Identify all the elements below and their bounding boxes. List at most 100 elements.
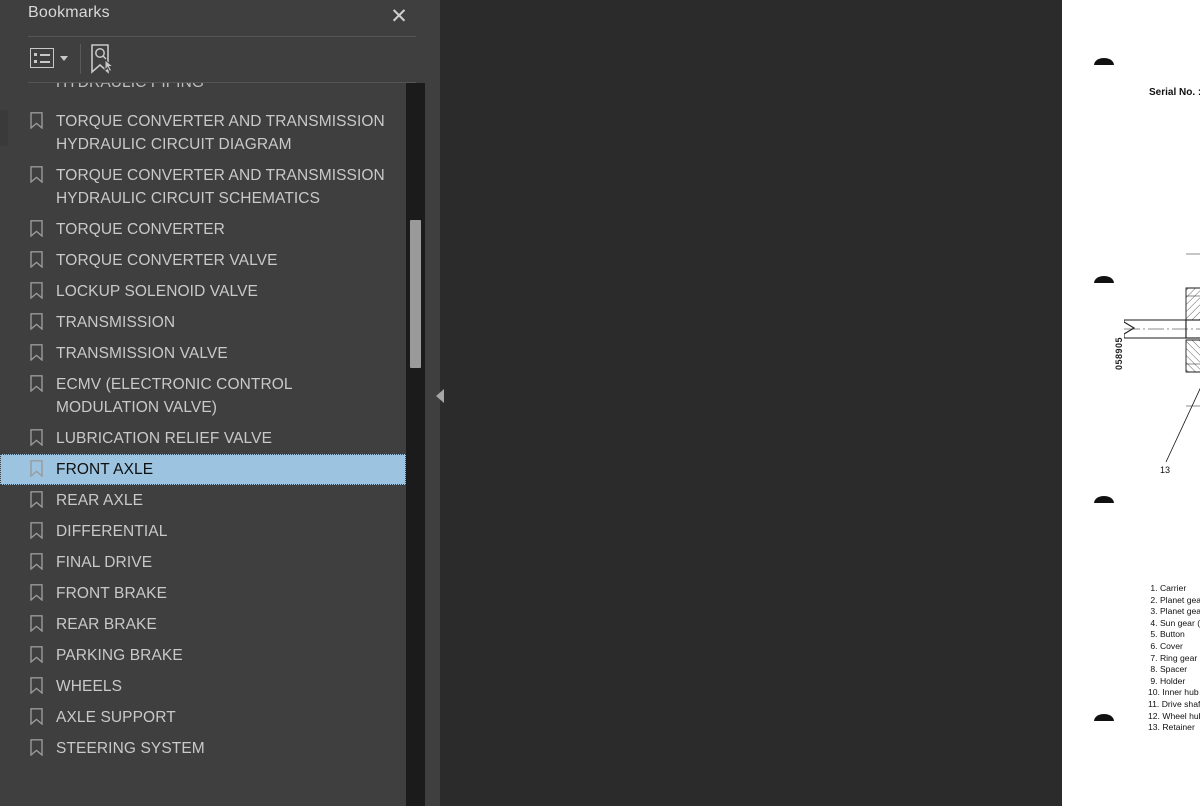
parts-legend-list: 1. Carrier 2. Planet gear shaft 3. Plane… [1148,583,1200,734]
bookmark-item-label: TORQUE CONVERTER VALVE [56,252,278,269]
close-icon[interactable]: ✕ [386,3,412,29]
panel-title: Bookmarks [28,4,110,21]
bookmark-item-torque-converter-and-transmission[interactable]: TORQUE CONVERTER AND TRANSMISSION HYDRAU… [0,160,440,214]
bookmark-icon [30,251,43,269]
serial-number-text: Serial No. : 4407 and up [1149,87,1200,98]
bookmark-item-label: LUBRICATION RELIEF VALVE [56,430,273,447]
bookmark-item-label: AXLE SUPPORT [56,709,176,726]
bookmark-item-label: STEERING SYSTEM [56,740,205,757]
bookmark-item-final-drive[interactable]: FINAL DRIVE [0,547,440,578]
bookmark-find-icon [91,44,115,74]
bookmark-item-label: DIFFERENTIAL [56,523,168,540]
bookmark-item-transmission-valve[interactable]: TRANSMISSION VALVE [0,338,440,369]
bookmark-icon [30,491,43,509]
binding-mark [1094,496,1114,503]
bookmark-list[interactable]: HYDRAULIC PIPING TORQUE CONVERTER AND TR… [0,83,440,806]
bookmark-item-transmission[interactable]: TRANSMISSION [0,307,440,338]
bookmark-icon [30,739,43,757]
bookmark-item-label: HYDRAULIC PIPING [56,83,204,94]
bookmark-icon [30,460,43,478]
chevron-down-icon [60,56,68,61]
bookmarks-panel-header: Bookmarks ✕ [0,0,440,36]
bookmark-item-differential[interactable]: DIFFERENTIAL [0,516,440,547]
part-legend-row: 13. Retainer [1148,722,1195,733]
bookmark-item-wheels[interactable]: WHEELS [0,671,440,702]
part-legend-row: 8. Spacer [1148,664,1188,675]
bookmark-item-label: ECMV (ELECTRONIC CONTROL MODULATION VALV… [56,376,293,416]
document-page: Serial No. : 4407 and up 058905 [1062,0,1200,806]
bookmarks-scrollbar-thumb[interactable] [410,220,421,368]
bookmark-item-label: FRONT AXLE [56,461,154,478]
bookmark-item-label: TRANSMISSION VALVE [56,345,228,362]
bookmarks-panel: Bookmarks ✕ HYDRAULIC PIPING TORQUE CONV… [0,0,440,806]
bookmark-options-button[interactable] [30,46,74,72]
bookmark-item-label: TORQUE CONVERTER AND TRANSMISSION HYDRAU… [56,113,385,153]
bookmark-icon [30,112,43,130]
bookmark-icon [30,677,43,695]
svg-text:13: 13 [1160,465,1170,475]
bookmark-icon [30,166,43,184]
panel-gutter [425,0,440,806]
bookmark-item-partial[interactable]: HYDRAULIC PIPING [0,83,440,106]
bookmark-item-torque-converter-valve[interactable]: TORQUE CONVERTER VALVE [0,245,440,276]
bookmarks-toolbar [0,38,440,82]
toolbar-divider [80,44,81,74]
bookmark-item-front-axle[interactable]: FRONT AXLE [0,454,406,485]
bookmark-item-axle-support[interactable]: AXLE SUPPORT [0,702,440,733]
bookmark-icon [30,553,43,571]
header-divider [28,36,416,37]
bookmark-icon [30,646,43,664]
bookmark-item-label: TORQUE CONVERTER AND TRANSMISSION HYDRAU… [56,167,385,207]
part-legend-row: 7. Ring gear (No. of teeth: 87) [1150,652,1200,663]
bookmark-icon [30,584,43,602]
part-legend-row: 10. Inner hub [1148,687,1199,698]
binding-mark [1094,714,1114,721]
bookmark-item-label: PARKING BRAKE [56,647,183,664]
bookmark-icon [30,522,43,540]
bookmark-icon [30,282,43,300]
bookmark-item-steering-system[interactable]: STEERING SYSTEM [0,733,440,764]
bookmark-item-ecmv-electronic-control[interactable]: ECMV (ELECTRONIC CONTROL MODULATION VALV… [0,369,440,423]
bookmark-icon [30,344,43,362]
part-legend-row: 4. Sun gear (No. of teeth: 21) [1150,617,1200,628]
bookmark-item-label: WHEELS [56,678,123,695]
bookmark-item-parking-brake[interactable]: PARKING BRAKE [0,640,440,671]
bookmark-item-rear-axle[interactable]: REAR AXLE [0,485,440,516]
bookmark-item-label: FRONT BRAKE [56,585,168,602]
bookmark-item-torque-converter-and-transmission[interactable]: TORQUE CONVERTER AND TRANSMISSION HYDRAU… [0,106,440,160]
part-legend-row: 11. Drive shaft [1148,698,1200,709]
figure-id-vertical-text: 058905 [1114,336,1124,370]
bookmark-item-rear-brake[interactable]: REAR BRAKE [0,609,440,640]
bookmark-icon [30,615,43,633]
bookmark-icon [30,708,43,726]
bookmark-icon [30,220,43,238]
front-axle-cross-section-drawing: 1 2 3 4 5 6 7 13 12 11 10 9 8 [1124,170,1200,490]
binding-mark [1094,58,1114,65]
bookmark-item-lockup-solenoid-valve[interactable]: LOCKUP SOLENOID VALVE [0,276,440,307]
bookmark-icon [30,375,43,393]
bookmark-item-label: FINAL DRIVE [56,554,153,571]
collapse-panel-handle[interactable] [436,389,444,403]
bookmark-icon [30,429,43,447]
bookmark-icon [30,313,43,331]
bookmark-item-lubrication-relief-valve[interactable]: LUBRICATION RELIEF VALVE [0,423,440,454]
bookmarks-scrollbar-track[interactable] [406,83,425,806]
bookmark-item-label: TRANSMISSION [56,314,176,331]
part-legend-row: 2. Planet gear shaft [1150,594,1200,605]
part-legend-row: 3. Planet gear (No. of teeth: 31) [1150,606,1200,617]
part-legend-row: 5. Button [1148,629,1185,640]
part-legend-row: 1. Carrier [1148,583,1187,593]
bookmark-item-label: TORQUE CONVERTER [56,221,225,238]
bookmark-item-label: REAR BRAKE [56,616,157,633]
bookmark-item-front-brake[interactable]: FRONT BRAKE [0,578,440,609]
binding-mark [1094,276,1114,283]
list-options-icon [30,48,54,68]
bookmark-item-label: LOCKUP SOLENOID VALVE [56,283,258,300]
find-bookmark-button[interactable] [88,43,118,75]
bookmark-item-label: REAR AXLE [56,492,144,509]
part-legend-row: 6. Cover [1148,640,1183,651]
bookmark-item-torque-converter[interactable]: TORQUE CONVERTER [0,214,440,245]
part-legend-row: 9. Holder [1148,675,1186,686]
pdf-viewer-workspace: Serial No. : 4407 and up 058905 [440,0,1200,806]
part-legend-row: 12. Wheel hub [1148,710,1200,721]
